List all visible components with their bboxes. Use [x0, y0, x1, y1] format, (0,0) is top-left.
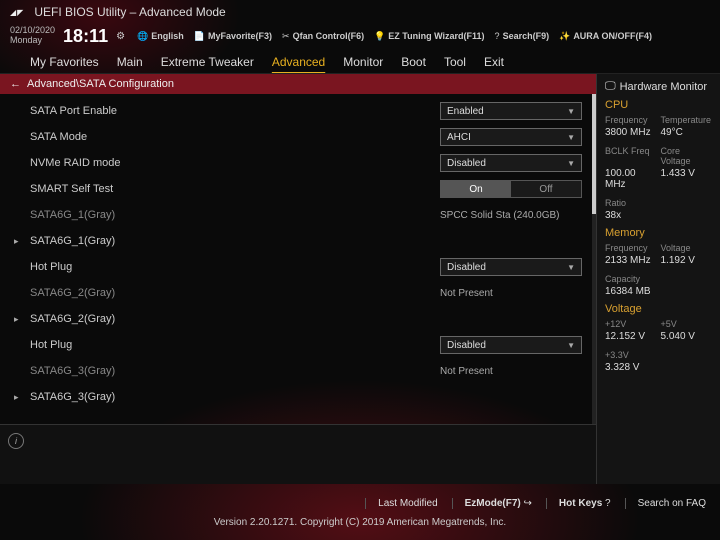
- chevron-down-icon: ▼: [567, 341, 575, 350]
- chevron-right-icon: ▸: [14, 314, 19, 325]
- language-button[interactable]: 🌐 English: [137, 31, 184, 42]
- ezmode-button[interactable]: EzMode(F7) ↪: [452, 498, 532, 509]
- rog-logo: ◢◤: [10, 8, 24, 17]
- last-modified-button[interactable]: Last Modified: [365, 498, 437, 509]
- aura-button[interactable]: ✨ AURA ON/OFF(F4): [559, 31, 652, 42]
- footer: Last Modified EzMode(F7) ↪ Hot Keys ? Se…: [0, 494, 720, 540]
- chevron-down-icon: ▼: [567, 107, 575, 116]
- label: SATA6G_1(Gray): [30, 235, 582, 247]
- chevron-down-icon: ▼: [567, 159, 575, 168]
- label: SATA6G_3(Gray): [30, 391, 582, 403]
- breadcrumb[interactable]: ← Advanced\SATA Configuration: [0, 74, 596, 94]
- dropdown-hotplug-1[interactable]: Disabled▼: [440, 258, 582, 276]
- day-text: Monday: [10, 36, 55, 46]
- row-sata6g2-info: SATA6G_2(Gray) Not Present: [0, 280, 596, 306]
- search-faq-button[interactable]: Search on FAQ: [625, 498, 706, 509]
- label: Hot Plug: [30, 261, 440, 273]
- label: SATA6G_2(Gray): [30, 313, 582, 325]
- date-block: 02/10/2020 Monday: [10, 26, 55, 46]
- row-hotplug-1[interactable]: Hot Plug Disabled▼: [0, 254, 596, 280]
- label: NVMe RAID mode: [30, 157, 440, 169]
- row-sata6g1-info: SATA6G_1(Gray) SPCC Solid Sta (240.0GB): [0, 202, 596, 228]
- hardware-monitor-panel: 🖵Hardware Monitor CPU FrequencyTemperatu…: [596, 74, 720, 484]
- copyright: Version 2.20.1271. Copyright (C) 2019 Am…: [0, 513, 720, 532]
- row-sata6g3-info: SATA6G_3(Gray) Not Present: [0, 358, 596, 384]
- tab-main[interactable]: Main: [117, 55, 143, 69]
- gear-icon[interactable]: ⚙: [116, 31, 125, 42]
- row-sata6g2-header[interactable]: ▸ SATA6G_2(Gray): [0, 306, 596, 332]
- toggle-on[interactable]: On: [441, 181, 511, 197]
- clock: 18:11: [63, 26, 108, 47]
- tab-bar: My Favorites Main Extreme Tweaker Advanc…: [0, 48, 720, 74]
- label: SATA6G_3(Gray): [30, 365, 440, 377]
- chevron-right-icon: ▸: [14, 392, 19, 403]
- chevron-down-icon: ▼: [567, 263, 575, 272]
- dropdown-sata-port-enable[interactable]: Enabled▼: [440, 102, 582, 120]
- value: SPCC Solid Sta (240.0GB): [440, 210, 582, 221]
- row-sata6g3-header[interactable]: ▸ SATA6G_3(Gray): [0, 384, 596, 410]
- dropdown-sata-mode[interactable]: AHCI▼: [440, 128, 582, 146]
- description-panel: i: [0, 424, 596, 484]
- row-nvme-raid[interactable]: NVMe RAID mode Disabled▼: [0, 150, 596, 176]
- row-hotplug-2[interactable]: Hot Plug Disabled▼: [0, 332, 596, 358]
- section-cpu: CPU: [605, 99, 712, 111]
- dropdown-hotplug-2[interactable]: Disabled▼: [440, 336, 582, 354]
- chevron-right-icon: ▸: [14, 236, 19, 247]
- content-pane: ← Advanced\SATA Configuration SATA Port …: [0, 74, 596, 484]
- row-smart-self-test[interactable]: SMART Self Test On Off: [0, 176, 596, 202]
- tab-boot[interactable]: Boot: [401, 55, 426, 69]
- myfavorite-button[interactable]: 📄 MyFavorite(F3): [194, 31, 272, 42]
- back-arrow-icon[interactable]: ←: [10, 78, 21, 90]
- toggle-off[interactable]: Off: [511, 181, 581, 197]
- tab-monitor[interactable]: Monitor: [343, 55, 383, 69]
- app-title: UEFI BIOS Utility – Advanced Mode: [34, 5, 225, 19]
- eztuning-button[interactable]: 💡 EZ Tuning Wizard(F11): [374, 31, 484, 42]
- label: SATA Port Enable: [30, 105, 440, 117]
- info-bar: 02/10/2020 Monday 18:11 ⚙ 🌐 English 📄 My…: [0, 24, 720, 48]
- scrollbar[interactable]: [592, 94, 596, 424]
- value: Not Present: [440, 288, 582, 299]
- tab-advanced[interactable]: Advanced: [272, 55, 325, 69]
- label: SATA6G_2(Gray): [30, 287, 440, 299]
- breadcrumb-text: Advanced\SATA Configuration: [27, 78, 174, 90]
- label: SMART Self Test: [30, 183, 440, 195]
- tab-tool[interactable]: Tool: [444, 55, 466, 69]
- info-icon: i: [8, 433, 24, 449]
- row-sata-port-enable[interactable]: SATA Port Enable Enabled▼: [0, 98, 596, 124]
- scrollbar-thumb[interactable]: [592, 94, 596, 214]
- label: SATA Mode: [30, 131, 440, 143]
- tab-extremetweaker[interactable]: Extreme Tweaker: [161, 55, 254, 69]
- settings-list: SATA Port Enable Enabled▼ SATA Mode AHCI…: [0, 94, 596, 424]
- toggle-smart-self-test[interactable]: On Off: [440, 180, 582, 198]
- toolbar: 🌐 English 📄 MyFavorite(F3) ✂ Qfan Contro…: [137, 31, 652, 42]
- qfan-button[interactable]: ✂ Qfan Control(F6): [282, 31, 364, 42]
- search-button[interactable]: ? Search(F9): [495, 31, 550, 41]
- label: Hot Plug: [30, 339, 440, 351]
- hwmon-title: 🖵Hardware Monitor: [605, 80, 712, 93]
- dropdown-nvme-raid[interactable]: Disabled▼: [440, 154, 582, 172]
- label: SATA6G_1(Gray): [30, 209, 440, 221]
- monitor-icon: 🖵: [605, 80, 616, 93]
- chevron-down-icon: ▼: [567, 133, 575, 142]
- hotkeys-button[interactable]: Hot Keys ?: [546, 498, 611, 509]
- tab-myfavorites[interactable]: My Favorites: [30, 55, 99, 69]
- title-bar: ◢◤ UEFI BIOS Utility – Advanced Mode: [0, 0, 720, 24]
- row-sata-mode[interactable]: SATA Mode AHCI▼: [0, 124, 596, 150]
- row-sata6g1-header[interactable]: ▸ SATA6G_1(Gray): [0, 228, 596, 254]
- value: Not Present: [440, 366, 582, 377]
- section-memory: Memory: [605, 227, 712, 239]
- section-voltage: Voltage: [605, 303, 712, 315]
- tab-exit[interactable]: Exit: [484, 55, 504, 69]
